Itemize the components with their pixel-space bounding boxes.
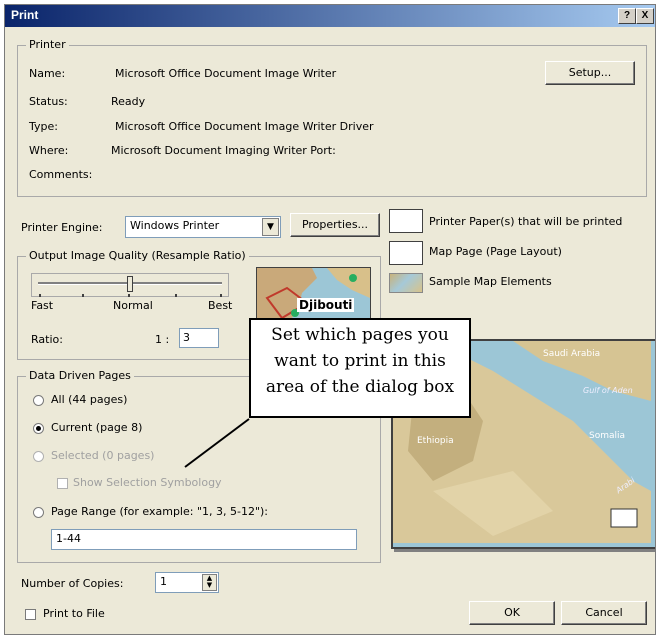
printer-comments-label: Comments: (29, 168, 93, 181)
printer-engine-value: Windows Printer (130, 219, 220, 232)
preview-land-northeast (327, 268, 370, 298)
current-page-radio[interactable] (33, 423, 44, 434)
map-label-ethiopia: Ethiopia (417, 436, 454, 446)
map-label-somalia: Somalia (589, 431, 626, 441)
printer-status-label: Status: (29, 95, 68, 108)
chevron-down-icon[interactable]: ▼ (262, 218, 279, 236)
page-range-radio[interactable] (33, 507, 44, 518)
printer-engine-label: Printer Engine: (21, 221, 103, 234)
quality-fast-label: Fast (31, 299, 54, 312)
data-driven-pages-label: Data Driven Pages (26, 369, 134, 382)
printer-engine-select[interactable]: Windows Printer ▼ (125, 216, 281, 238)
legend-paper-label: Printer Paper(s) that will be printed (429, 215, 623, 228)
ratio-input[interactable]: 3 (179, 328, 219, 348)
printer-name-value: Microsoft Office Document Image Writer (115, 67, 337, 80)
legend-map-page-label: Map Page (Page Layout) (429, 245, 562, 258)
page-range-input[interactable]: 1-44 (51, 529, 357, 550)
map-page-swatch (389, 241, 423, 265)
sample-map-swatch (389, 273, 423, 293)
title-bar[interactable]: Print ? X (5, 5, 655, 27)
slider-tick (39, 294, 41, 297)
copies-value: 1 (160, 575, 167, 588)
printer-where-label: Where: (29, 144, 69, 157)
printer-where-value: Microsoft Document Imaging Writer Port: (111, 144, 336, 157)
printer-type-value: Microsoft Office Document Image Writer D… (115, 120, 374, 133)
slider-thumb[interactable] (127, 276, 133, 292)
ratio-label: Ratio: (31, 333, 63, 346)
annotation-callout: Set which pages you want to print in thi… (249, 318, 471, 418)
dialog-title: Print (11, 8, 39, 22)
printer-group-label: Printer (26, 38, 69, 51)
show-selection-checkbox[interactable] (57, 478, 68, 489)
page-range-label[interactable]: Page Range (for example: "1, 3, 5-12"): (51, 505, 268, 518)
callout-pointer (184, 418, 250, 468)
printer-status-value: Ready (111, 95, 146, 108)
all-pages-label[interactable]: All (44 pages) (51, 393, 127, 406)
setup-button[interactable]: Setup... (545, 61, 635, 85)
map-label-gulf: Gulf of Aden (583, 386, 633, 395)
slider-tick (82, 294, 84, 297)
quality-best-label: Best (208, 299, 233, 312)
slider-tick (128, 294, 130, 297)
print-to-file-checkbox[interactable] (25, 609, 36, 620)
printer-paper-swatch (389, 209, 423, 233)
print-to-file-label[interactable]: Print to File (43, 607, 105, 620)
current-page-label[interactable]: Current (page 8) (51, 421, 142, 434)
selected-pages-radio[interactable] (33, 451, 44, 462)
quality-slider[interactable] (31, 273, 229, 297)
callout-line (184, 418, 250, 468)
properties-button[interactable]: Properties... (290, 213, 380, 237)
spinner-arrows-icon[interactable]: ▲ ▼ (202, 574, 217, 591)
selected-pages-label[interactable]: Selected (0 pages) (51, 449, 154, 462)
quality-normal-label: Normal (113, 299, 153, 312)
printer-type-label: Type: (29, 120, 58, 133)
copies-spinner[interactable]: 1 ▲ ▼ (155, 572, 219, 593)
print-dialog: Print ? X Printer Name: Microsoft Office… (4, 4, 656, 635)
cancel-button[interactable]: Cancel (561, 601, 647, 625)
all-pages-radio[interactable] (33, 395, 44, 406)
legend-sample-label: Sample Map Elements (429, 275, 552, 288)
help-button[interactable]: ? (618, 8, 636, 24)
close-button[interactable]: X (636, 8, 654, 24)
preview-city-label: Djibouti (297, 298, 355, 312)
slider-tick (220, 294, 222, 297)
printer-name-label: Name: (29, 67, 66, 80)
show-selection-label[interactable]: Show Selection Symbology (73, 476, 222, 489)
copies-label: Number of Copies: (21, 577, 124, 590)
ratio-prefix: 1 : (155, 333, 170, 346)
ok-button[interactable]: OK (469, 601, 555, 625)
preview-point (349, 274, 357, 282)
map-legend-box (610, 508, 638, 528)
slider-tick (175, 294, 177, 297)
map-label-saudi: Saudi Arabia (543, 349, 601, 359)
image-quality-group-label: Output Image Quality (Resample Ratio) (26, 249, 249, 262)
